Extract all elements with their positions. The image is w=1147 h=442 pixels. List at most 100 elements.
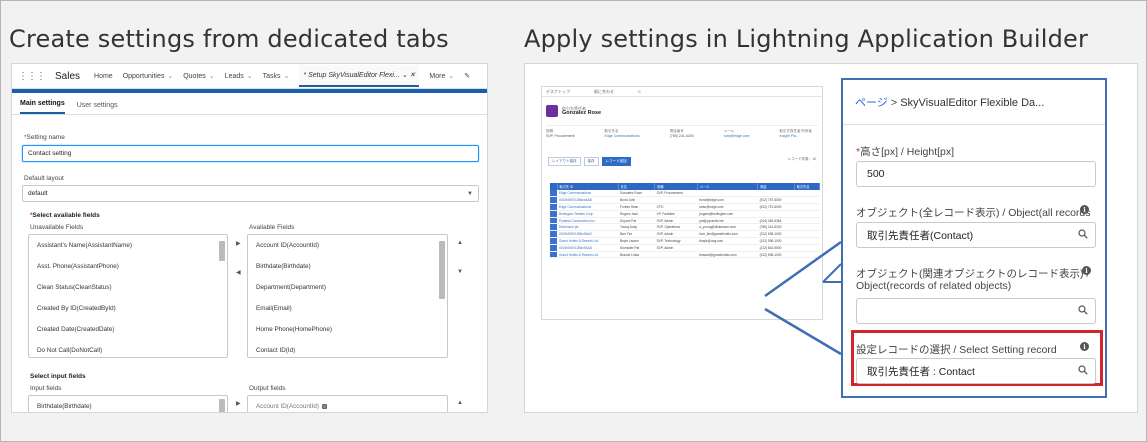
records-grid: 取引先 ID 氏名 役職 メール 電話 取引先名 Edge Communicat… — [550, 183, 821, 259]
table-cell: (312) 596-1000 — [757, 230, 795, 239]
setting-record-lookup[interactable]: 取引先責任者 : Contact — [856, 358, 1096, 384]
breadcrumb-separator: > — [890, 97, 898, 109]
list-item[interactable]: Clean Status(CleanStatus) — [29, 277, 227, 298]
list-item[interactable]: Asst. Phone(AssistantPhone) — [29, 256, 227, 277]
info-icon[interactable]: i — [1080, 342, 1089, 351]
grid-header[interactable]: 取引先名 — [794, 183, 821, 190]
record-header: 取引先責任者 Gonzalez Rose — [546, 100, 818, 122]
table-row[interactable]: Edge Communications Forbes Sean CFO sean@ed… — [550, 203, 820, 211]
unavailable-fields-list[interactable]: Assistant's Name(AssistantName) Asst. Ph… — [28, 234, 228, 358]
move-left-icon[interactable]: ◀ — [236, 269, 241, 276]
output-fields-label: Output fields — [249, 385, 286, 392]
save-layout-button[interactable]: レイアウト保存 — [548, 157, 581, 166]
record-name: Gonzalez Rose — [562, 110, 602, 116]
nav-more[interactable]: More ⌄ — [429, 72, 454, 80]
move-down-icon[interactable]: ▼ — [457, 269, 463, 275]
table-cell[interactable]: 0015h000012Bkx9AAD — [557, 244, 619, 252]
device-select[interactable]: デスクトップ — [546, 89, 570, 94]
nav-item-quotes[interactable]: Quotes ⌄ — [183, 72, 214, 80]
table-cell: lbraund@grandhotels.com — [697, 251, 758, 259]
move-up-icon[interactable]: ▲ — [457, 400, 463, 406]
table-cell[interactable]: Edge Communications — [557, 190, 619, 198]
table-cell — [794, 251, 820, 259]
table-cell[interactable]: Grand Hotels & Resorts Ltd — [557, 251, 619, 259]
table-cell[interactable]: Dickenson plc — [557, 223, 619, 232]
refresh-icon[interactable]: C — [638, 89, 641, 94]
table-cell[interactable]: Pyramid Construction Inc. — [557, 217, 619, 225]
table-row[interactable]: Burlington Textiles Corp Rogers Jack VP, F… — [550, 210, 820, 218]
tab-setup-flexible[interactable]: * Setup SkyVisualEditor Flexi... ⌄ ✕ — [299, 65, 420, 87]
add-record-button[interactable]: レコード追加 — [601, 157, 631, 166]
list-item[interactable]: Home Phone(HomePhone) — [248, 319, 447, 340]
list-item[interactable]: Do Not Call(DoNotCall) — [29, 340, 227, 357]
table-cell: pat@pyramid.net — [697, 217, 758, 225]
grid-header[interactable]: 氏名 — [618, 183, 656, 190]
grid-header[interactable]: 電話 — [757, 183, 795, 190]
list-item[interactable]: Created By ID(CreatedById) — [29, 298, 227, 319]
move-up-icon[interactable]: ▲ — [457, 240, 463, 246]
nav-item-leads[interactable]: Leads ⌄ — [225, 72, 253, 80]
list-item[interactable]: Birthdate(Birthdate) — [29, 396, 227, 412]
table-row[interactable]: Pyramid Construction Inc. Dupont Pat SVP, … — [550, 217, 820, 225]
table-cell[interactable]: 0015h000012BkxxAAB — [557, 196, 619, 205]
table-row[interactable]: Grand Hotels & Resorts Ltd Boyle Lauren SV… — [550, 237, 820, 245]
nav-item-home[interactable]: Home — [94, 73, 113, 80]
list-item[interactable]: Created Date(CreatedDate) — [29, 319, 227, 340]
table-cell — [550, 237, 557, 245]
list-item[interactable]: Department(Department) — [248, 277, 447, 298]
save-button[interactable]: 保存 — [583, 157, 599, 166]
table-cell[interactable]: Grand Hotels & Resorts Ltd — [557, 237, 619, 245]
tab-user-settings[interactable]: User settings — [77, 102, 118, 114]
table-row[interactable]: Grand Hotels & Resorts Ltd Braund Linda lb… — [550, 251, 820, 259]
grid-header[interactable]: 取引先 ID — [557, 183, 619, 190]
list-item[interactable]: Assistant's Name(AssistantName) — [29, 235, 227, 256]
grid-header[interactable]: 役職 — [654, 183, 698, 190]
table-cell: SVP, Procurement — [654, 190, 698, 198]
app-launcher-icon[interactable]: ⋮⋮⋮ — [18, 71, 46, 82]
object-all-lookup[interactable]: 取引先責任者(Contact) — [856, 222, 1096, 248]
table-cell: Young Andy — [618, 223, 655, 232]
info-icon[interactable]: i — [1082, 266, 1091, 275]
list-item[interactable]: Contact ID(Id) — [248, 340, 447, 357]
table-cell: (014) 454-6364 — [757, 217, 795, 225]
breadcrumb: ページ > SkyVisualEditor Flexible Da... — [855, 94, 1044, 110]
pencil-icon[interactable]: ✎ — [464, 72, 470, 80]
available-fields-list[interactable]: Account ID(AccountId) Birthdate(Birthdat… — [247, 234, 448, 358]
table-cell[interactable]: 0015h000012Bkx9AAC — [557, 230, 619, 239]
salesforce-setup-panel: ⋮⋮⋮ Sales Home Opportunities ⌄ Quotes ⌄ Le… — [11, 63, 488, 413]
breadcrumb-home[interactable]: ページ — [855, 97, 888, 109]
list-item[interactable]: Birthdate(Birthdate) — [248, 256, 447, 277]
input-fields-list[interactable]: Birthdate(Birthdate) — [28, 395, 228, 412]
tab-main-settings[interactable]: Main settings — [20, 100, 65, 114]
scrollbar-thumb[interactable] — [219, 399, 225, 412]
height-input[interactable]: 500 — [856, 161, 1096, 187]
object-related-lookup[interactable] — [856, 298, 1096, 324]
nav-item-opportunities[interactable]: Opportunities ⌄ — [123, 72, 174, 80]
move-right-icon[interactable]: ▶ — [236, 240, 241, 247]
list-item[interactable]: Account ID(AccountId) — [248, 396, 447, 412]
table-cell[interactable]: Edge Communications — [557, 203, 619, 211]
app-name: Sales — [55, 70, 81, 82]
table-row[interactable]: 0015h000012Bkx9AAD Stumuller Pat SVP, Admi… — [550, 244, 820, 252]
table-row[interactable]: 0015h000012Bkx9AAC Barr Tim SVP, Admin barr… — [550, 230, 820, 239]
table-row[interactable]: Dickenson plc Young Andy SVP, Operations a_… — [550, 223, 820, 232]
nav-item-tasks[interactable]: Tasks ⌄ — [263, 72, 290, 80]
move-right-icon[interactable]: ▶ — [236, 400, 241, 407]
table-cell: Gonzalez Rose — [618, 190, 655, 198]
table-cell[interactable]: Burlington Textiles Corp — [557, 210, 619, 218]
setting-name-label: *Setting name — [24, 134, 65, 141]
output-fields-list[interactable]: Account ID(AccountId) — [247, 395, 448, 412]
fit-select[interactable]: 縦に合わせ — [594, 89, 614, 94]
list-item[interactable]: Email(Email) — [248, 298, 447, 319]
scrollbar-thumb[interactable] — [439, 241, 445, 299]
default-layout-select[interactable]: default ▼ — [22, 185, 479, 202]
info-icon[interactable]: i — [1080, 205, 1089, 214]
grid-header[interactable]: メール — [697, 183, 759, 190]
setting-name-input[interactable]: Contact setting — [22, 145, 479, 162]
table-row[interactable]: 0015h000012BkxxAAB Bond John bond@edge.com… — [550, 196, 820, 205]
record-highlights: 役職 SVP, Procurement 取引先名 Edge Communicatio… — [546, 125, 818, 147]
scrollbar-thumb[interactable] — [219, 241, 225, 261]
list-item[interactable]: Account ID(AccountId) — [248, 235, 447, 256]
settings-tabs: Main settings User settings — [12, 93, 487, 115]
table-row[interactable]: Edge Communications Gonzalez Rose SVP, Pro… — [550, 190, 820, 198]
